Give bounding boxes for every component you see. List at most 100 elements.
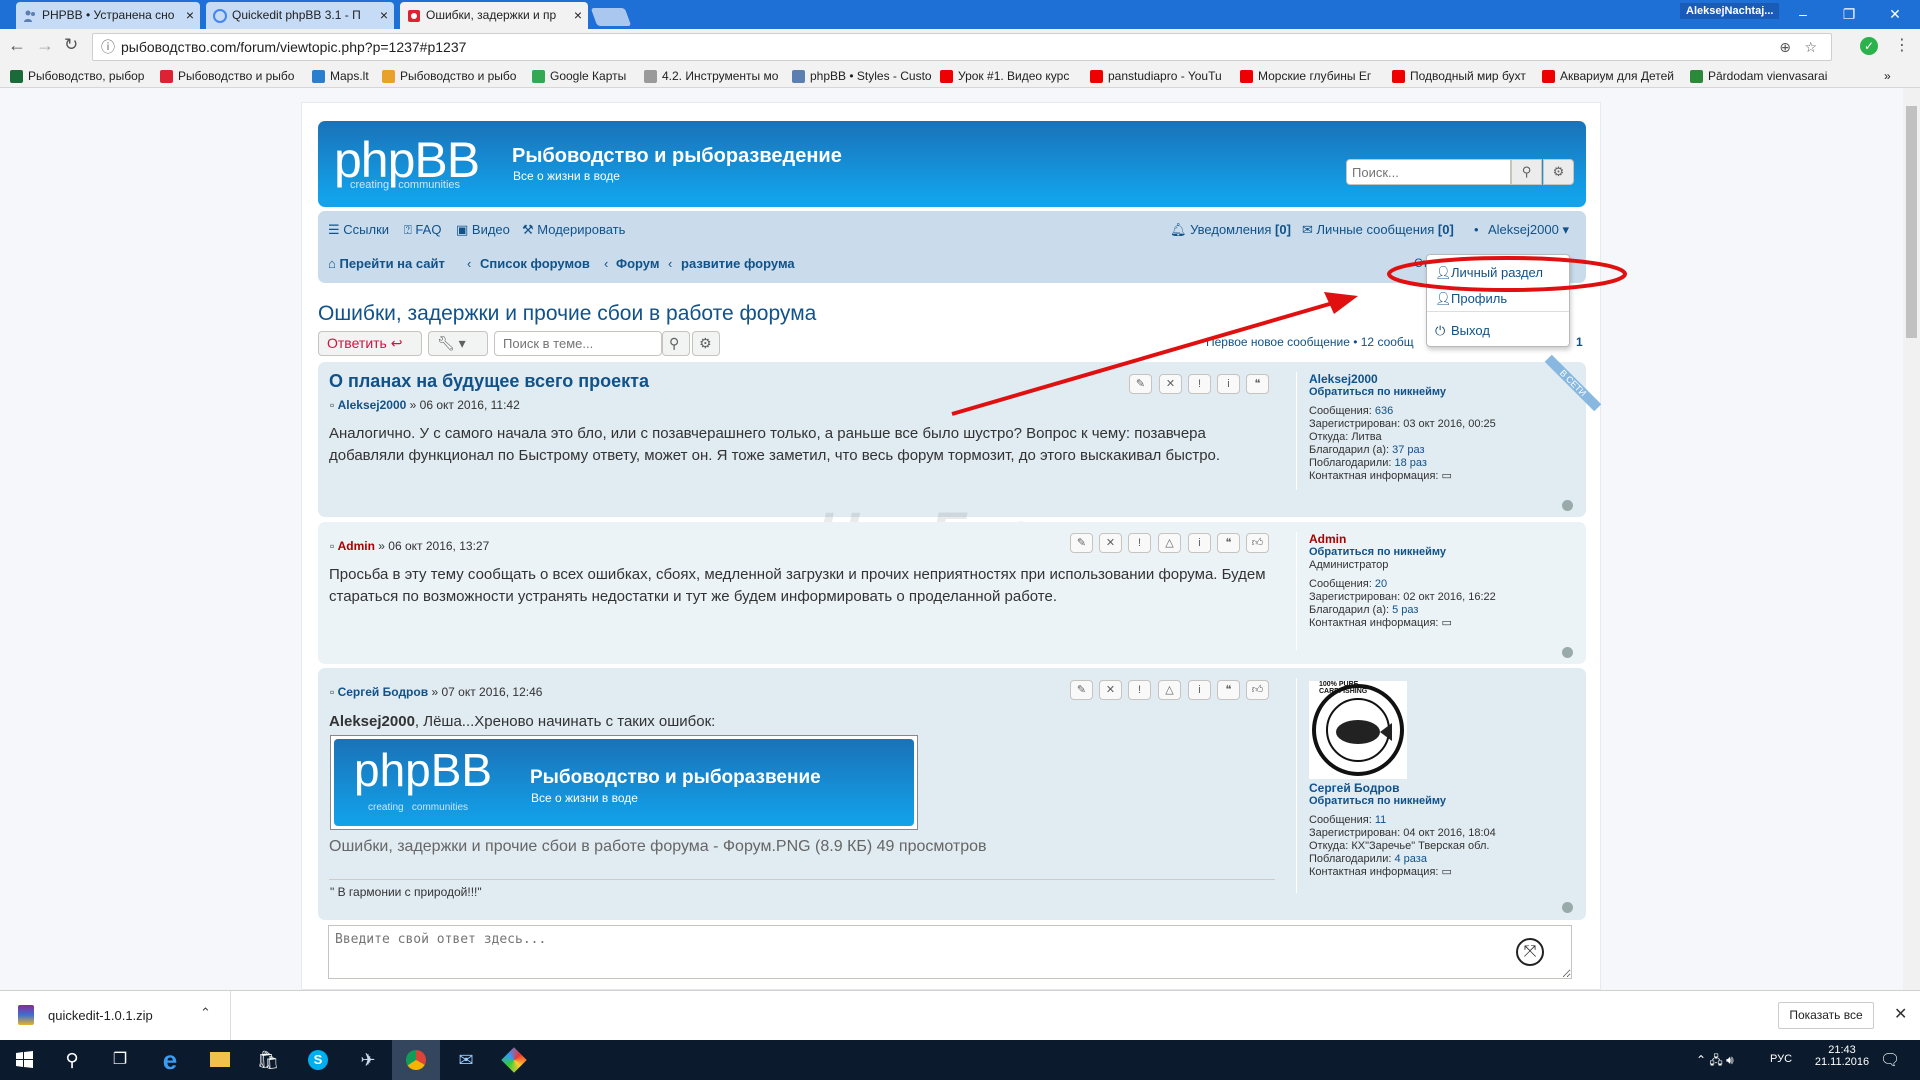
explorer-icon[interactable]: [196, 1040, 244, 1080]
back-icon[interactable]: ←: [8, 35, 26, 56]
start-icon[interactable]: [0, 1040, 48, 1080]
nav-faq[interactable]: ⍰ FAQ: [404, 222, 441, 238]
topic-title[interactable]: Ошибки, задержки и прочие сбои в работе …: [318, 302, 816, 326]
report-icon[interactable]: !: [1128, 533, 1151, 553]
user-menu[interactable]: Aleksej2000 ▾: [1488, 222, 1569, 238]
new-tab-button[interactable]: [590, 8, 632, 26]
contact-icon[interactable]: ▭: [1442, 470, 1452, 482]
chevron-up-icon[interactable]: ⌃: [200, 1005, 211, 1021]
extension-check-icon[interactable]: ✓: [1860, 37, 1878, 55]
bookmark-item[interactable]: Maps.lt: [312, 68, 369, 85]
bookmark-item[interactable]: panstudiapro - YouTu: [1090, 68, 1222, 85]
show-all-button[interactable]: Показать все: [1778, 1002, 1874, 1029]
search-input[interactable]: [1346, 159, 1511, 185]
language-indicator[interactable]: РУС: [1770, 1053, 1792, 1065]
address-bar[interactable]: ⓘ рыбоводство.com/forum/viewtopic.php?p=…: [92, 33, 1832, 61]
nav-moderate[interactable]: ⚒ Модерировать: [522, 222, 625, 238]
bookmark-item[interactable]: 4.2. Инструменты мо: [644, 68, 778, 85]
close-icon[interactable]: ×: [186, 2, 194, 29]
bookmark-item[interactable]: Подводный мир бухт: [1392, 68, 1526, 85]
bookmark-item[interactable]: Рыбоводство и рыбо: [160, 68, 294, 85]
profile-value[interactable]: 4 раза: [1395, 853, 1427, 865]
tab-quickedit[interactable]: Quickedit phpBB 3.1 - П ×: [206, 2, 394, 29]
reload-icon[interactable]: ↻: [64, 35, 78, 55]
profile-value[interactable]: 20: [1375, 578, 1387, 590]
bookmark-item[interactable]: Рыбоводство и рыбо: [382, 68, 516, 85]
fullscreen-editor-icon[interactable]: ⤧: [1516, 938, 1544, 966]
chrome-icon[interactable]: [392, 1040, 440, 1080]
profile-value[interactable]: 18 раз: [1395, 457, 1427, 469]
bookmark-item[interactable]: phpBB • Styles - Custo: [792, 68, 932, 85]
profile-value[interactable]: 11: [1375, 814, 1386, 826]
advanced-search-button[interactable]: ⚙: [1543, 159, 1574, 185]
star-icon[interactable]: ☆: [1804, 34, 1817, 60]
post-title[interactable]: О планах на будущее всего проекта: [329, 371, 649, 392]
delete-icon[interactable]: ✕: [1099, 533, 1122, 553]
bookmark-item[interactable]: Google Карты: [532, 68, 626, 85]
info-icon[interactable]: i: [1188, 680, 1211, 700]
close-icon[interactable]: ×: [380, 2, 388, 29]
warn-icon[interactable]: △: [1158, 680, 1181, 700]
notifications-icon[interactable]: 🗨︎: [1880, 1050, 1900, 1070]
breadcrumb-site[interactable]: ⌂ Перейти на сайт: [328, 256, 445, 271]
back-to-top-icon[interactable]: [1562, 647, 1573, 658]
close-window-icon[interactable]: ✕: [1872, 0, 1918, 28]
warn-icon[interactable]: △: [1158, 533, 1181, 553]
bookmark-item[interactable]: Pārdodam vienvasarai: [1690, 68, 1827, 85]
breadcrumb-forums[interactable]: Список форумов: [480, 256, 590, 271]
reply-button[interactable]: Ответить ↩: [318, 331, 422, 356]
thunderbird-icon[interactable]: ✉: [442, 1040, 490, 1080]
post-author[interactable]: Сергей Бодров: [338, 685, 429, 699]
download-filename[interactable]: quickedit-1.0.1.zip: [48, 1008, 153, 1023]
close-downloads-icon[interactable]: ✕: [1894, 1004, 1907, 1024]
quote-icon[interactable]: ❝: [1217, 533, 1240, 553]
clock[interactable]: 21:43 21.11.2016: [1814, 1044, 1870, 1068]
bookmark-item[interactable]: Урок #1. Видео курс: [940, 68, 1069, 85]
skype-icon[interactable]: S: [294, 1040, 342, 1080]
thanks-icon[interactable]: 👍︎: [1246, 680, 1269, 700]
attachment-image[interactable]: phpBB creating communities Рыбоводство и…: [330, 735, 918, 830]
topic-search-input[interactable]: [494, 331, 662, 356]
bookmarks-more[interactable]: »: [1884, 68, 1891, 85]
post-author[interactable]: Admin: [338, 539, 375, 553]
scrollbar[interactable]: [1903, 88, 1920, 990]
back-to-top-icon[interactable]: [1562, 902, 1573, 913]
bookmark-item[interactable]: Рыбоводство, рыбор: [10, 68, 144, 85]
app-icon[interactable]: ✈: [344, 1040, 392, 1080]
edge-icon[interactable]: e: [146, 1040, 194, 1080]
menu-icon[interactable]: ⋮: [1894, 35, 1910, 55]
info-icon[interactable]: i: [1188, 533, 1211, 553]
topic-search-settings[interactable]: ⚙: [692, 331, 720, 356]
tab-current[interactable]: Ошибки, задержки и пр ×: [400, 2, 588, 29]
nav-messages[interactable]: ✉ Личные сообщения [0]: [1302, 222, 1454, 238]
thanks-icon[interactable]: 👍︎: [1246, 533, 1269, 553]
profile-value[interactable]: 37 раз: [1392, 444, 1424, 456]
tray-icons[interactable]: ⌃ 🖧︎ 🔊︎: [1696, 1051, 1734, 1072]
scrollbar-thumb[interactable]: [1906, 106, 1917, 338]
profile-value[interactable]: 5 раз: [1392, 604, 1418, 616]
search-icon[interactable]: ⚲: [48, 1040, 96, 1080]
back-to-top-icon[interactable]: [1562, 500, 1573, 511]
attachment-caption[interactable]: Ошибки, задержки и прочие сбои в работе …: [329, 838, 987, 856]
contact-icon[interactable]: ▭: [1442, 866, 1452, 878]
nav-notifications[interactable]: 🔔︎ Уведомления [0]: [1170, 222, 1291, 238]
phpbb-logo[interactable]: phpBB creating communities: [334, 131, 504, 193]
minimize-icon[interactable]: –: [1780, 0, 1826, 28]
nav-video[interactable]: ▣ Видео: [456, 222, 510, 238]
tab-phpbb[interactable]: PHPBB • Устранена сно ×: [16, 2, 200, 29]
reply-textarea[interactable]: [328, 925, 1572, 979]
profile-name[interactable]: Admin: [1309, 533, 1496, 546]
forward-icon[interactable]: →: [36, 35, 54, 56]
paint-icon[interactable]: [490, 1040, 538, 1080]
edit-icon[interactable]: ✎: [1070, 680, 1093, 700]
task-view-icon[interactable]: ❐: [96, 1040, 144, 1080]
nav-links[interactable]: ☰ Ссылки: [328, 222, 389, 238]
profile-contact[interactable]: Обратиться по никнейму: [1309, 795, 1496, 808]
report-icon[interactable]: !: [1128, 680, 1151, 700]
zoom-icon[interactable]: ⊕: [1779, 34, 1791, 60]
quote-icon[interactable]: ❝: [1217, 680, 1240, 700]
topic-tools-button[interactable]: 🔧︎ ▾: [428, 331, 488, 356]
mentioned-user[interactable]: Aleksej2000: [329, 713, 415, 730]
profile-contact[interactable]: Обратиться по никнейму: [1309, 546, 1496, 559]
edit-icon[interactable]: ✎: [1070, 533, 1093, 553]
